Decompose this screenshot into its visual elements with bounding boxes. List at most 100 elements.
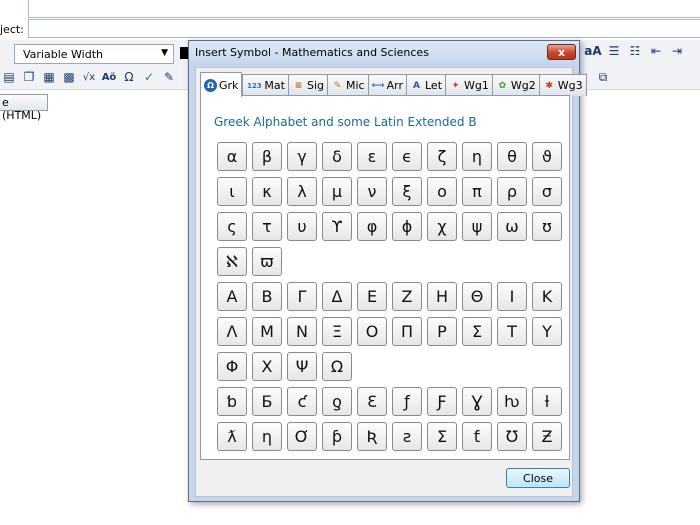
symbol-key[interactable]: Λ (217, 317, 247, 346)
symbol-key[interactable]: μ (322, 177, 352, 206)
symbol-key[interactable]: Ʊ (497, 422, 527, 451)
brush-icon[interactable]: ✎ (160, 68, 178, 86)
tab-mic[interactable]: ✎ Mic (327, 74, 368, 96)
symbol-key[interactable]: ƞ (252, 422, 282, 451)
symbol-key[interactable]: Ψ (287, 352, 317, 381)
symbol-key[interactable]: Ʃ (427, 422, 457, 451)
symbol-key[interactable]: Μ (252, 317, 282, 346)
symbol-key[interactable]: α (217, 142, 247, 171)
symbol-key[interactable]: η (462, 142, 492, 171)
symbol-key[interactable]: Κ (532, 282, 562, 311)
symbol-key[interactable]: Θ (462, 282, 492, 311)
symbol-key[interactable]: ƈ (287, 387, 317, 416)
accent-icon[interactable]: Aö (100, 68, 118, 86)
tab-mat[interactable]: 123 Mat (242, 74, 288, 96)
symbol-key[interactable]: ς (217, 212, 247, 241)
symbol-key[interactable]: κ (252, 177, 282, 206)
numbered-list-icon[interactable]: ☷ (626, 42, 644, 60)
sqrt-icon[interactable]: √x (80, 68, 98, 86)
symbol-key[interactable]: ƅ (217, 387, 247, 416)
symbol-key[interactable]: ƛ (217, 422, 247, 451)
symbol-key[interactable]: Ƒ (427, 387, 457, 416)
symbol-key[interactable]: Ơ (287, 422, 317, 451)
tab-wg1[interactable]: ✦ Wg1 (445, 74, 492, 96)
window-icon[interactable]: ⧉ (594, 68, 612, 86)
symbol-key[interactable]: ƒ (392, 387, 422, 416)
symbol-key[interactable]: ϒ (322, 212, 352, 241)
symbol-key[interactable]: Φ (217, 352, 247, 381)
symbol-key[interactable]: Γ (287, 282, 317, 311)
symbol-key[interactable]: χ (427, 212, 457, 241)
symbol-key[interactable]: Ɛ (357, 387, 387, 416)
symbol-key[interactable]: Σ (462, 317, 492, 346)
spellcheck-icon[interactable]: ✓ (140, 68, 158, 86)
symbol-key[interactable]: τ (252, 212, 282, 241)
symbol-key[interactable]: Ο (357, 317, 387, 346)
symbol-key[interactable]: β (252, 142, 282, 171)
tab-wg3[interactable]: ✱ Wg3 (538, 74, 587, 96)
symbol-key[interactable]: Υ (532, 317, 562, 346)
symbol-key[interactable]: π (462, 177, 492, 206)
omega-icon[interactable]: Ω (120, 68, 138, 86)
symbol-key[interactable]: Ρ (427, 317, 457, 346)
symbol-key[interactable]: ζ (427, 142, 457, 171)
symbol-key[interactable]: ξ (392, 177, 422, 206)
symbol-key[interactable]: σ (532, 177, 562, 206)
document-icon[interactable]: ▦ (40, 68, 58, 86)
symbol-key[interactable]: γ (287, 142, 317, 171)
symbol-key[interactable]: υ (287, 212, 317, 241)
symbol-key[interactable]: ƨ (392, 422, 422, 451)
indent-icon[interactable]: ⇥ (668, 42, 686, 60)
symbol-key[interactable]: ƭ (462, 422, 492, 451)
symbol-key[interactable]: ƍ (322, 387, 352, 416)
tab-let[interactable]: A Let (406, 74, 446, 96)
symbol-key[interactable]: ω (497, 212, 527, 241)
symbol-key[interactable]: ϵ (392, 142, 422, 171)
symbol-key[interactable]: ψ (462, 212, 492, 241)
symbol-key[interactable]: ο (427, 177, 457, 206)
subject-input[interactable] (28, 19, 700, 38)
dialog-titlebar[interactable]: Insert Symbol - Mathematics and Sciences… (189, 41, 579, 63)
symbol-key[interactable]: ϕ (392, 212, 422, 241)
symbol-key[interactable]: Ƃ (252, 387, 282, 416)
font-family-select[interactable]: Variable Width ▼ (14, 44, 174, 64)
symbol-key[interactable]: Ζ (392, 282, 422, 311)
symbol-key[interactable]: Χ (252, 352, 282, 381)
font-size-icon[interactable]: aA (584, 42, 602, 60)
tab-wg2[interactable]: ✿ Wg2 (491, 74, 539, 96)
outdent-icon[interactable]: ⇤ (647, 42, 665, 60)
bullet-list-icon[interactable]: ☰ (605, 42, 623, 60)
paste-icon[interactable]: ▤ (0, 68, 18, 86)
close-button[interactable]: Close (506, 468, 570, 488)
symbol-key[interactable]: θ (497, 142, 527, 171)
symbol-key[interactable]: ι (217, 177, 247, 206)
symbol-key[interactable]: ℵ (217, 247, 247, 276)
symbol-key[interactable]: ʊ (532, 212, 562, 241)
symbol-key[interactable]: ε (357, 142, 387, 171)
symbol-key[interactable]: ƚ (532, 387, 562, 416)
symbol-key[interactable]: Ʀ (357, 422, 387, 451)
symbol-key[interactable]: Α (217, 282, 247, 311)
symbol-key[interactable]: Η (427, 282, 457, 311)
symbol-key[interactable]: Ƶ (532, 422, 562, 451)
symbol-key[interactable]: Ω (322, 352, 352, 381)
symbol-key[interactable]: Ξ (322, 317, 352, 346)
symbol-key[interactable]: φ (357, 212, 387, 241)
symbol-key[interactable]: Ι (497, 282, 527, 311)
symbol-key[interactable]: ƕ (497, 387, 527, 416)
symbol-key[interactable]: δ (322, 142, 352, 171)
tab-html[interactable]: e (HTML) (0, 94, 48, 122)
to-field[interactable] (28, 0, 700, 18)
symbol-key[interactable]: λ (287, 177, 317, 206)
symbol-key[interactable]: ϑ (532, 142, 562, 171)
symbol-key[interactable]: ν (357, 177, 387, 206)
symbol-key[interactable]: Ν (287, 317, 317, 346)
symbol-key[interactable]: Τ (497, 317, 527, 346)
symbol-key[interactable]: Π (392, 317, 422, 346)
symbol-key[interactable]: ρ (497, 177, 527, 206)
symbol-key[interactable]: ϖ (252, 247, 282, 276)
tab-sig[interactable]: ≡ Sig (287, 74, 327, 96)
symbol-key[interactable]: Δ (322, 282, 352, 311)
symbol-key[interactable]: ƥ (322, 422, 352, 451)
copy-icon[interactable]: ❐ (20, 68, 38, 86)
